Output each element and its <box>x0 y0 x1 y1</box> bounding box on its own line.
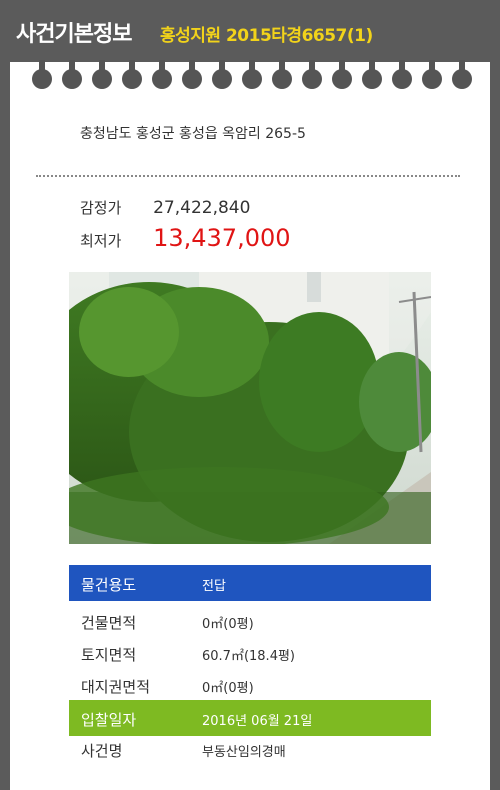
page-header: 사건기본정보 홍성지원 2015타경6657(1) <box>0 0 500 62</box>
case-name-value: 부동산임의경매 <box>202 745 286 760</box>
minimum-label: 최저가 <box>80 232 122 250</box>
land-right-area-label: 대지권면적 <box>81 678 151 696</box>
case-name-label: 사건명 <box>81 742 123 760</box>
usage-row: 물건용도 전답 <box>69 565 431 601</box>
building-area-value: 0㎡(0평) <box>202 617 254 632</box>
bid-date-value: 2016년 06월 21일 <box>202 714 313 729</box>
usage-label: 물건용도 <box>81 576 137 594</box>
usage-value: 전답 <box>202 579 226 594</box>
land-area-row: 토지면적 60.7㎡(18.4평) <box>69 635 431 671</box>
building-area-row: 건물면적 0㎡(0평) <box>69 603 431 639</box>
land-area-label: 토지면적 <box>81 646 137 664</box>
dotted-divider <box>36 175 460 177</box>
binder-rings <box>0 60 500 96</box>
minimum-value: 13,437,000 <box>153 224 291 252</box>
building-area-label: 건물면적 <box>81 614 137 632</box>
appraisal-price-row: 감정가 27,422,840 <box>80 197 250 218</box>
property-address: 충청남도 홍성군 홍성읍 옥암리 265-5 <box>80 126 306 142</box>
minimum-price-row: 최저가 13,437,000 <box>80 224 291 252</box>
case-name-row: 사건명 부동산임의경매 <box>69 731 431 767</box>
appraisal-label: 감정가 <box>80 199 122 217</box>
property-photo[interactable] <box>69 272 431 544</box>
bid-date-label: 입찰일자 <box>81 711 137 729</box>
land-right-area-value: 0㎡(0평) <box>202 681 254 696</box>
property-photo-image <box>69 272 431 544</box>
court-case-number: 홍성지원 2015타경6657(1) <box>160 26 373 46</box>
land-right-area-row: 대지권면적 0㎡(0평) <box>69 667 431 703</box>
page-title: 사건기본정보 <box>16 22 132 47</box>
land-area-value: 60.7㎡(18.4평) <box>202 649 295 664</box>
appraisal-value: 27,422,840 <box>153 198 251 218</box>
